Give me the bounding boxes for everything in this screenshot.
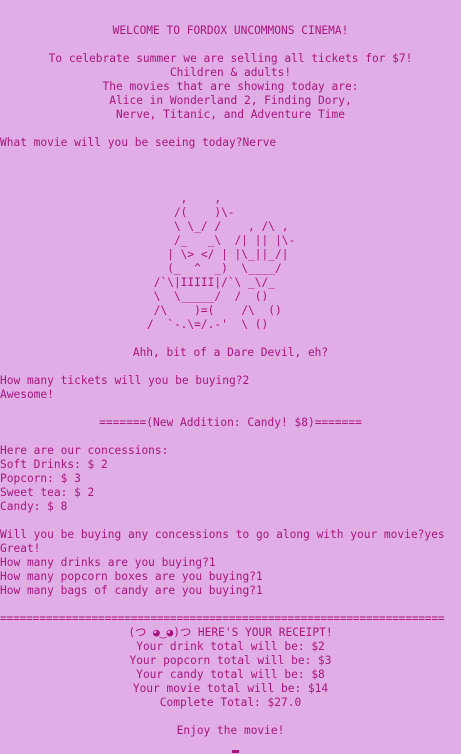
concession-item-candy: Candy: $ 8 [0,500,68,513]
welcome-banner: WELCOME TO FORDOX UNCOMMONS CINEMA! [112,24,349,37]
receipt-movie-total: Your movie total will be: $14 [132,682,329,695]
concessions-reaction: Great! [0,542,41,555]
candy-answer: 1 [255,584,263,597]
receipt-title: (つ ◕‿◕)つ HERE'S YOUR RECEIPT! [128,626,333,639]
concessions-question: Will you be buying any concessions to go… [0,528,425,541]
concession-item-sweet-tea: Sweet tea: $ 2 [0,486,95,499]
receipt-drink-total: Your drink total will be: $2 [136,640,325,653]
concessions-title: Here are our concessions: [0,444,169,457]
tickets-answer: 2 [242,374,250,387]
farewell-message: Enjoy the movie! [176,724,285,737]
movie-prompt: What movie will you be seeing today?Nerv… [0,136,461,150]
movie-question: What movie will you be seeing today? [0,136,243,149]
popcorn-answer: 1 [255,570,263,583]
candy-banner: =======(New Addition: Candy! $8)======= [99,416,362,429]
candy-prompt: How many bags of candy are you buying?1 [0,584,461,598]
movies-line-1: Alice in Wonderland 2, Finding Dory, [109,94,352,107]
candy-question: How many bags of candy are you buying? [0,584,256,597]
terminal-cursor [232,750,239,753]
popcorn-prompt: How many popcorn boxes are you buying?1 [0,570,461,584]
drinks-answer: 1 [208,556,216,569]
promo-line-2: Children & adults! [169,66,292,79]
popcorn-question: How many popcorn boxes are you buying? [0,570,256,583]
drinks-question: How many drinks are you buying? [0,556,209,569]
terminal-output: WELCOME TO FORDOX UNCOMMONS CINEMA! To c… [0,24,461,754]
movies-line-2: Nerve, Titanic, and Adventure Time [115,108,345,121]
ascii-art-devil: , , /( )\- \ \_/ / , /\ , /_ _\ /| || |\… [147,192,296,331]
receipt-popcorn-total: Your popcorn total will be: $3 [129,654,332,667]
movie-reaction: Ahh, bit of a Dare Devil, eh? [132,346,329,359]
movie-answer: Nerve [242,136,277,149]
concessions-answer: yes [424,528,445,541]
drinks-prompt: How many drinks are you buying?1 [0,556,461,570]
promo-line-1: To celebrate summer we are selling all t… [48,52,413,65]
receipt-divider-top: ========================================… [0,612,445,625]
concession-item-soft-drinks: Soft Drinks: $ 2 [0,458,108,471]
tickets-reaction: Awesome! [0,388,54,401]
receipt-complete-total: Complete Total: $27.0 [159,696,302,709]
receipt-candy-total: Your candy total will be: $8 [136,668,325,681]
promo-line-3: The movies that are showing today are: [102,80,359,93]
tickets-prompt: How many tickets will you be buying?2 [0,374,461,388]
concession-item-popcorn: Popcorn: $ 3 [0,472,81,485]
tickets-question: How many tickets will you be buying? [0,374,243,387]
concessions-prompt: Will you be buying any concessions to go… [0,528,461,542]
